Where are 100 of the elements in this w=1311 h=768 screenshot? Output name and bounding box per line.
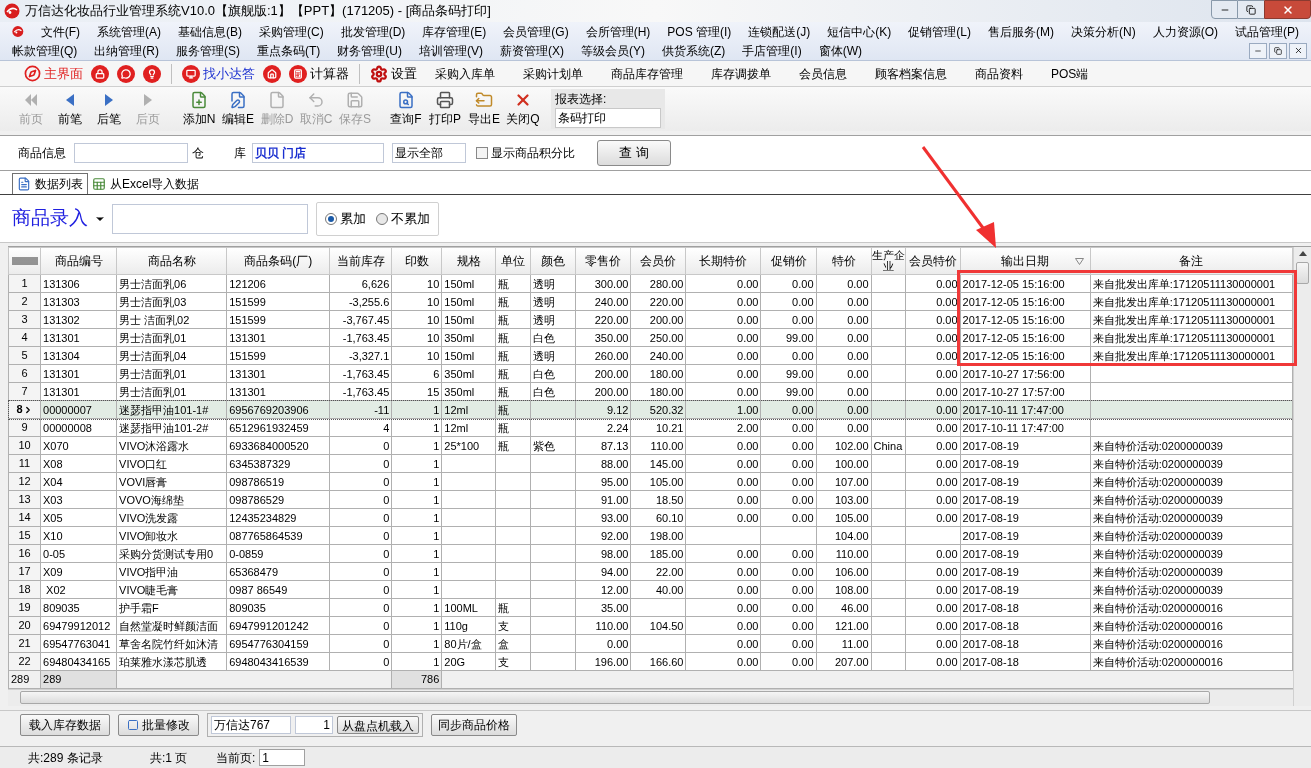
shortcut-link[interactable]: 商品库存管理 — [611, 64, 683, 83]
menu-item[interactable]: 服务管理(S) — [176, 41, 240, 60]
warehouse-field[interactable]: 贝贝 门店 — [252, 143, 384, 163]
menu-item[interactable]: 出纳管理(R) — [94, 41, 159, 60]
scroll-thumb[interactable] — [1296, 262, 1309, 284]
close-icon — [514, 91, 532, 109]
lock-icon[interactable] — [91, 64, 109, 83]
radio-option[interactable]: 不累加 — [376, 208, 430, 229]
column-header[interactable]: 单位 — [495, 247, 531, 275]
toolbar-button[interactable]: 添加N — [180, 89, 218, 129]
menu-item[interactable]: 连锁配送(J) — [748, 22, 811, 41]
shortcut-link[interactable]: 采购入库单 — [435, 64, 495, 83]
menu-item[interactable]: 批发管理(D) — [340, 22, 406, 41]
column-header[interactable]: 商品条码(厂) — [226, 247, 330, 275]
menu-item[interactable]: 窗体(W) — [818, 41, 862, 60]
chat-icon[interactable] — [117, 64, 135, 83]
menu-item[interactable]: 手店管理(I) — [742, 41, 802, 60]
load-from-device-button[interactable]: 从盘点机载入 — [337, 716, 419, 734]
product-entry-field[interactable] — [112, 203, 308, 234]
scroll-thumb[interactable] — [20, 691, 1210, 704]
menu-item[interactable]: 短信中心(K) — [827, 22, 892, 41]
column-header[interactable]: 商品编号 — [40, 247, 117, 275]
product-info-field[interactable] — [74, 143, 188, 163]
column-header[interactable]: 会员价 — [630, 247, 686, 275]
menu-item[interactable]: 会员管理(G) — [503, 22, 569, 41]
menu-item[interactable]: 会所管理(H) — [585, 22, 651, 41]
shortcut-link[interactable]: 库存调拨单 — [711, 64, 771, 83]
toolbar-button[interactable]: 导出E — [465, 89, 503, 129]
radio-option[interactable]: 累加 — [325, 208, 366, 229]
column-header[interactable]: 零售价 — [575, 247, 631, 275]
tab[interactable]: 数据列表 — [12, 173, 88, 194]
load-stock-button[interactable]: 载入库存数据 — [20, 714, 110, 736]
column-header[interactable]: 印数 — [391, 247, 442, 275]
menu-item[interactable]: 文件(F) — [40, 22, 80, 41]
menu-item[interactable]: 试品管理(P) — [1235, 22, 1299, 41]
vertical-scrollbar[interactable] — [1293, 247, 1311, 706]
house-icon[interactable] — [263, 64, 281, 83]
current-page-field[interactable]: 1 — [259, 749, 306, 766]
lightbulb-icon[interactable] — [143, 64, 161, 83]
count-field[interactable]: 1 — [295, 716, 333, 734]
menu-item[interactable]: 系统管理(A) — [96, 22, 161, 41]
toolbar-button[interactable]: 查询F — [387, 89, 425, 129]
column-header[interactable]: 会员特价 — [905, 247, 961, 275]
column-header[interactable]: 特价 — [816, 247, 872, 275]
table-cell: 2.00 — [685, 418, 761, 437]
device-field[interactable]: 万信达767 — [211, 716, 291, 734]
toolbar-button[interactable]: 编辑E — [219, 89, 257, 129]
menu-item[interactable]: 重点条码(T) — [257, 41, 321, 60]
menu-item[interactable]: 培训管理(V) — [419, 41, 483, 60]
scroll-up-icon[interactable] — [1298, 251, 1307, 256]
column-header[interactable]: 生产企业 — [871, 247, 906, 275]
menu-item[interactable]: 财务管理(U) — [337, 41, 402, 60]
shortcut-link[interactable]: 顾客档案信息 — [875, 64, 947, 83]
menu-item[interactable]: 采购管理(C) — [258, 22, 324, 41]
menu-item[interactable]: 基础信息(B) — [177, 22, 242, 41]
sync-price-button[interactable]: 同步商品价格 — [431, 714, 517, 736]
shortcut-link[interactable]: 找小达答 — [203, 63, 255, 84]
shortcut-link[interactable]: 采购计划单 — [523, 64, 583, 83]
menu-item[interactable]: 帐款管理(Q) — [12, 41, 78, 60]
column-header[interactable]: 输出日期 — [960, 247, 1091, 275]
shortcut-link[interactable]: 计算器 — [310, 63, 349, 84]
shortcut-link[interactable]: 主界面 — [44, 63, 83, 84]
query-button[interactable]: 查 询 — [597, 140, 671, 166]
menu-item[interactable]: 人力资源(O) — [1152, 22, 1218, 41]
table-cell — [871, 346, 906, 365]
restore-button[interactable] — [1269, 42, 1287, 59]
column-header[interactable]: 长期特价 — [685, 247, 761, 275]
row-selector-header[interactable] — [8, 247, 41, 275]
close-button[interactable] — [1264, 0, 1311, 19]
menu-item[interactable]: 库存管理(E) — [422, 22, 487, 41]
report-select-field[interactable]: 条码打印 — [555, 108, 661, 128]
menu-item[interactable]: POS 管理(I) — [667, 22, 732, 41]
toolbar-button[interactable]: 后笔 — [90, 89, 128, 129]
column-header[interactable]: 颜色 — [530, 247, 576, 275]
points-checkbox[interactable] — [476, 147, 488, 159]
menu-item[interactable]: 供货系统(Z) — [662, 41, 726, 60]
menu-item[interactable]: 等级会员(Y) — [581, 41, 645, 60]
toolbar-button[interactable]: 关闭Q — [504, 89, 542, 129]
toolbar-button[interactable]: 前笔 — [51, 89, 89, 129]
column-header[interactable]: 商品名称 — [116, 247, 227, 275]
menu-item[interactable]: 售后服务(M) — [988, 22, 1054, 41]
column-header[interactable]: 备注 — [1090, 247, 1293, 275]
table-cell: 0.00 — [905, 454, 961, 473]
restore-button[interactable] — [1238, 0, 1264, 19]
tab[interactable]: 从Excel导入数据 — [88, 173, 204, 194]
close-button[interactable] — [1289, 42, 1307, 59]
column-header[interactable]: 促销价 — [761, 247, 816, 275]
shortcut-link[interactable]: 商品资料 — [975, 64, 1023, 83]
menu-item[interactable]: 薪资管理(X) — [500, 41, 564, 60]
shortcut-link[interactable]: POS端 — [1051, 64, 1089, 83]
menu-item[interactable]: 决策分析(N) — [1071, 22, 1136, 41]
column-header[interactable]: 规格 — [441, 247, 496, 275]
menu-item[interactable]: 促销管理(L) — [908, 22, 971, 41]
show-filter-field[interactable]: 显示全部 — [392, 143, 466, 163]
minimize-button[interactable] — [1249, 42, 1267, 59]
shortcut-link[interactable]: 会员信息 — [799, 64, 847, 83]
batch-edit-button[interactable]: 批量修改 — [118, 714, 199, 736]
column-header[interactable]: 当前库存 — [329, 247, 392, 275]
toolbar-button[interactable]: 打印P — [426, 89, 464, 129]
shortcut-link[interactable]: 设置 — [391, 63, 417, 84]
